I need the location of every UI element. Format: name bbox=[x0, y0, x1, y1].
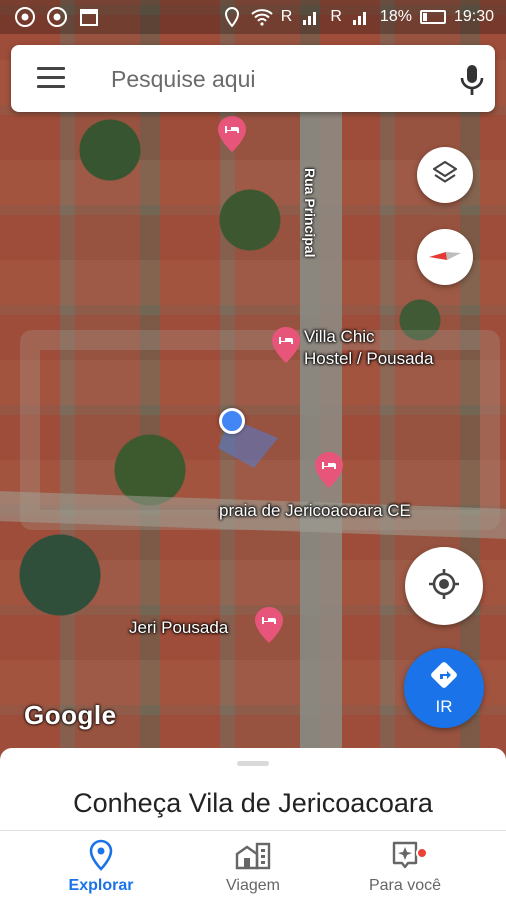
google-logo: Google bbox=[24, 700, 117, 730]
go-button[interactable]: IR bbox=[404, 648, 484, 728]
status-bar: R R 18% 19:30 bbox=[0, 0, 506, 34]
my-location-button[interactable] bbox=[405, 547, 483, 625]
nav-item-explore[interactable]: Explorar bbox=[36, 839, 166, 895]
layers-button[interactable] bbox=[417, 147, 473, 203]
nav-label: Viagem bbox=[226, 877, 280, 894]
poi-label-praia[interactable]: praia de Jericoacoara CE bbox=[219, 500, 411, 522]
nav-item-for-you[interactable]: Para você bbox=[340, 839, 470, 895]
map-canvas[interactable]: Rua Principal Villa Chic Hostel / Pousad… bbox=[0, 0, 506, 760]
sparkle-icon bbox=[340, 839, 470, 871]
nav-item-travel[interactable]: Viagem bbox=[188, 839, 318, 895]
signal-icon bbox=[350, 6, 372, 28]
lodging-pin-icon[interactable] bbox=[218, 116, 246, 152]
nav-label: Para você bbox=[368, 877, 442, 894]
battery-percent: 18% bbox=[379, 8, 412, 25]
crosshair-icon bbox=[428, 568, 460, 605]
menu-icon[interactable] bbox=[37, 67, 65, 89]
clock: 19:30 bbox=[453, 8, 494, 25]
poi-label-line: Hostel / Pousada bbox=[304, 349, 434, 368]
city-icon bbox=[188, 839, 318, 871]
poi-label-villa-chic[interactable]: Villa Chic Hostel / Pousada bbox=[304, 326, 433, 370]
notification-badge bbox=[416, 847, 428, 859]
bottom-navigation: Explorar Viagem Para você bbox=[0, 830, 506, 900]
lodging-pin-icon[interactable] bbox=[255, 607, 283, 643]
sheet-title: Conheça Vila de Jericoacoara bbox=[73, 788, 433, 818]
microphone-icon[interactable] bbox=[457, 63, 487, 97]
sheet-drag-handle[interactable] bbox=[237, 761, 269, 766]
lodging-pin-icon[interactable] bbox=[272, 327, 300, 363]
battery-icon bbox=[419, 10, 446, 24]
directions-icon bbox=[429, 660, 459, 695]
chrome-icon bbox=[14, 6, 36, 28]
explore-sheet[interactable]: Conheça Vila de Jericoacoara bbox=[0, 748, 506, 830]
carrier-label: R bbox=[280, 8, 293, 25]
compass-icon bbox=[425, 235, 465, 280]
poi-label-jeri-pousada[interactable]: Jeri Pousada bbox=[129, 617, 228, 639]
go-label: IR bbox=[435, 696, 453, 716]
search-input[interactable] bbox=[111, 62, 431, 96]
lodging-pin-icon[interactable] bbox=[315, 452, 343, 488]
location-pin-icon bbox=[36, 839, 166, 871]
location-icon bbox=[221, 6, 243, 28]
chrome-icon bbox=[46, 6, 68, 28]
my-location-dot bbox=[219, 408, 245, 434]
calendar-icon bbox=[78, 6, 100, 28]
wifi-icon bbox=[251, 6, 273, 28]
carrier-label: R bbox=[330, 8, 342, 25]
poi-label-line: Villa Chic bbox=[304, 327, 375, 346]
layers-icon bbox=[431, 159, 459, 192]
signal-icon bbox=[300, 6, 322, 28]
search-bar[interactable] bbox=[11, 45, 495, 112]
street-label: Rua Principal bbox=[302, 168, 318, 258]
nav-label: Explorar bbox=[68, 877, 134, 894]
compass-button[interactable] bbox=[417, 229, 473, 285]
